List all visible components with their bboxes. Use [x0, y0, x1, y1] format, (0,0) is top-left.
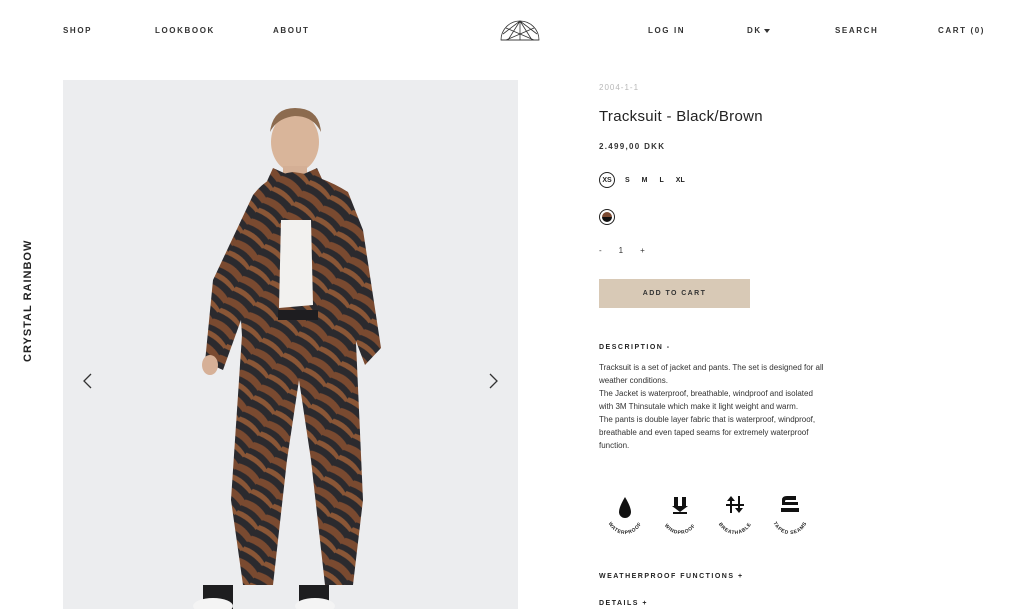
nav-lookbook[interactable]: LOOKBOOK — [155, 26, 215, 35]
description-paragraph: The Jacket is waterproof, breathable, wi… — [599, 389, 813, 411]
feature-label-waterproof: WATERPROOF — [607, 521, 643, 536]
feature-label-windproof: WINDPROOF — [663, 523, 697, 536]
svg-text:BREATHABLE: BREATHABLE — [717, 522, 753, 536]
quantity-stepper: - 1 + — [599, 246, 645, 255]
size-option-l[interactable]: L — [660, 177, 664, 184]
feature-badges: WATERPROOF WINDPROOF BREATHABLE TAPED SE… — [603, 492, 823, 536]
chevron-down-icon — [763, 28, 770, 33]
description-toggle[interactable]: DESCRIPTION - — [599, 344, 671, 351]
size-option-s[interactable]: S — [625, 177, 630, 184]
nav-login[interactable]: LOG IN — [648, 26, 685, 35]
size-selector: XS S M L XL — [599, 172, 697, 188]
description-paragraph: Tracksuit is a set of jacket and pants. … — [599, 363, 824, 385]
feature-label-breathable: BREATHABLE — [717, 522, 752, 536]
feature-label-taped-seams: TAPED SEAMS — [771, 521, 808, 536]
breathable-arrows-icon: BREATHABLE — [713, 492, 757, 536]
add-to-cart-button[interactable]: ADD TO CART — [599, 279, 750, 308]
nav-search[interactable]: SEARCH — [835, 26, 878, 35]
quantity-decrease-button[interactable]: - — [599, 246, 602, 255]
description-paragraph: The pants is double layer fabric that is… — [599, 415, 816, 450]
nav-about[interactable]: ABOUT — [273, 26, 309, 35]
model-illustration — [193, 108, 381, 609]
water-drop-icon: WATERPROOF — [603, 492, 647, 536]
color-swatch[interactable] — [599, 209, 615, 225]
product-title: Tracksuit - Black/Brown — [599, 108, 763, 125]
next-image-arrow-icon[interactable] — [485, 372, 501, 390]
weatherproof-functions-toggle[interactable]: WEATHERPROOF FUNCTIONS + — [599, 573, 744, 580]
logo-icon[interactable] — [500, 18, 540, 42]
prev-image-arrow-icon[interactable] — [80, 372, 96, 390]
svg-text:WATERPROOF: WATERPROOF — [607, 521, 644, 536]
size-option-xl[interactable]: XL — [676, 177, 685, 184]
size-option-m[interactable]: M — [642, 177, 648, 184]
color-swatch-fill — [602, 212, 612, 222]
size-option-xs[interactable]: XS — [599, 172, 615, 188]
brand-vertical-label: CRYSTAL RAINBOW — [22, 239, 34, 362]
quantity-value[interactable]: 1 — [619, 246, 623, 255]
product-image — [63, 80, 518, 609]
product-price: 2.499,00 DKK — [599, 142, 666, 151]
quantity-increase-button[interactable]: + — [640, 246, 645, 255]
svg-text:WINDPROOF: WINDPROOF — [663, 523, 697, 536]
nav-shop[interactable]: SHOP — [63, 26, 92, 35]
nav-cart[interactable]: CART (0) — [938, 26, 985, 35]
taped-seams-icon: TAPED SEAMS — [768, 492, 812, 536]
product-description: Tracksuit is a set of jacket and pants. … — [599, 361, 829, 452]
currency-label: DK — [747, 26, 762, 35]
svg-text:TAPED SEAMS: TAPED SEAMS — [771, 521, 808, 536]
product-sku: 2004-1-1 — [599, 83, 640, 92]
currency-selector[interactable]: DK — [747, 26, 770, 35]
wind-arrows-icon: WINDPROOF — [658, 492, 702, 536]
details-toggle[interactable]: DETAILS + — [599, 600, 648, 607]
